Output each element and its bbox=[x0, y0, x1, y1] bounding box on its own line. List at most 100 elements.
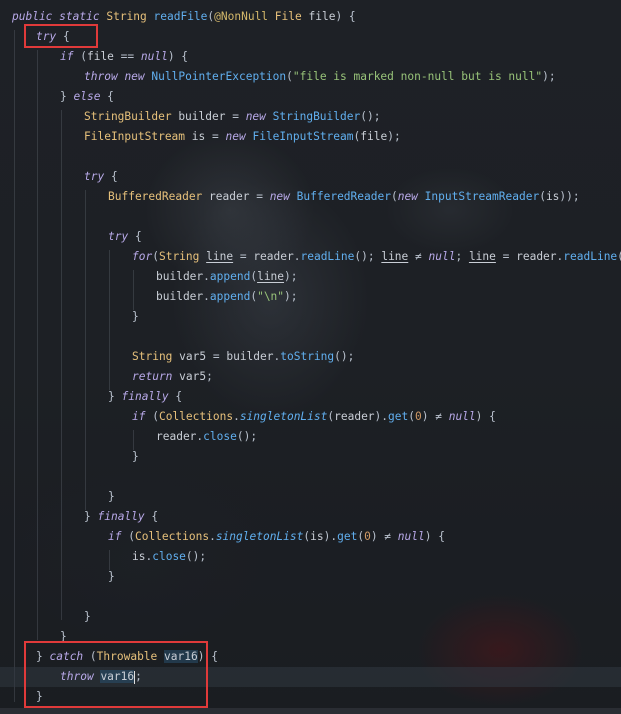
code-token: )); bbox=[559, 190, 580, 203]
code-line[interactable]: FileInputStream is = new FileInputStream… bbox=[0, 127, 401, 147]
code-line[interactable] bbox=[0, 587, 12, 607]
code-token: String bbox=[132, 350, 173, 363]
code-line[interactable]: } bbox=[0, 607, 91, 627]
code-token: is bbox=[310, 530, 324, 543]
code-token: ≠ bbox=[408, 250, 429, 263]
code-token: new bbox=[397, 190, 418, 203]
code-token: readLine bbox=[300, 250, 355, 263]
code-token: } bbox=[108, 390, 122, 403]
code-line[interactable]: return var5; bbox=[0, 367, 213, 387]
code-token: File bbox=[274, 10, 302, 23]
code-token: (); bbox=[185, 550, 207, 563]
code-token: file bbox=[360, 130, 388, 143]
code-token: NullPointerException bbox=[151, 70, 287, 83]
code-token: is bbox=[132, 550, 146, 563]
code-line[interactable]: } bbox=[0, 307, 139, 327]
code-token: is bbox=[545, 190, 560, 203]
code-token: singletonList bbox=[215, 530, 304, 543]
code-token: close bbox=[152, 550, 186, 563]
code-token: Collections bbox=[158, 410, 234, 423]
code-token: FileInputStream bbox=[252, 130, 354, 143]
code-line[interactable]: if (file == null) { bbox=[0, 47, 188, 67]
code-token: ( bbox=[73, 50, 87, 63]
code-token: ). bbox=[374, 410, 389, 423]
code-token: new bbox=[225, 130, 246, 143]
code-line[interactable]: for(String line = reader.readLine(); lin… bbox=[0, 247, 621, 267]
code-token: builder bbox=[226, 350, 274, 363]
code-token: String bbox=[158, 250, 200, 263]
code-token: = bbox=[495, 250, 517, 263]
code-line[interactable]: } else { bbox=[0, 87, 114, 107]
code-token: public bbox=[12, 10, 53, 23]
code-token: ( bbox=[145, 410, 159, 423]
code-token: FileInputStream bbox=[84, 130, 186, 143]
code-token: if bbox=[60, 50, 74, 63]
code-line[interactable]: reader.close(); bbox=[0, 427, 257, 447]
code-token: } bbox=[132, 450, 139, 463]
code-token: finally bbox=[97, 510, 145, 523]
code-token: finally bbox=[121, 390, 169, 403]
code-line[interactable]: throw new NullPointerException("file is … bbox=[0, 67, 556, 87]
code-line[interactable]: builder.append(line); bbox=[0, 267, 298, 287]
code-line[interactable]: } bbox=[0, 447, 139, 467]
code-token: null bbox=[428, 250, 456, 263]
code-line[interactable] bbox=[0, 147, 12, 167]
code-token: new bbox=[269, 190, 290, 203]
code-token: } bbox=[84, 610, 91, 623]
code-token: { bbox=[144, 510, 159, 523]
code-token: file bbox=[86, 50, 114, 63]
code-token: reader bbox=[516, 250, 557, 263]
code-line[interactable]: StringBuilder builder = new StringBuilde… bbox=[0, 107, 380, 127]
code-line[interactable]: is.close(); bbox=[0, 547, 206, 567]
code-token: static bbox=[59, 10, 100, 23]
code-token: } bbox=[108, 570, 115, 583]
code-token: . bbox=[209, 530, 216, 543]
code-line[interactable] bbox=[0, 467, 12, 487]
code-line[interactable]: if (Collections.singletonList(is).get(0)… bbox=[0, 527, 445, 547]
code-token: line bbox=[206, 250, 234, 263]
code-token: { bbox=[168, 390, 183, 403]
code-token: { bbox=[128, 230, 142, 243]
code-token: ) { bbox=[167, 50, 189, 63]
code-token: singletonList bbox=[239, 410, 328, 423]
code-token: try bbox=[108, 230, 129, 243]
code-token: InputStreamReader bbox=[424, 190, 540, 203]
code-token: get bbox=[388, 410, 409, 423]
code-line[interactable]: String var5 = builder.toString(); bbox=[0, 347, 354, 367]
code-token: } bbox=[60, 90, 74, 103]
code-token: new bbox=[245, 110, 266, 123]
catch-highlight-box bbox=[24, 641, 208, 708]
code-token: get bbox=[337, 530, 358, 543]
code-token: readFile bbox=[153, 10, 208, 23]
code-line[interactable]: if (Collections.singletonList(reader).ge… bbox=[0, 407, 496, 427]
code-token: } bbox=[132, 310, 139, 323]
code-line[interactable]: } finally { bbox=[0, 387, 182, 407]
code-token: ) { bbox=[424, 530, 445, 543]
code-token: ( bbox=[152, 250, 159, 263]
code-token: = bbox=[233, 250, 254, 263]
code-line[interactable]: builder.append("\n"); bbox=[0, 287, 298, 307]
code-token: line bbox=[257, 270, 285, 283]
code-line[interactable] bbox=[0, 207, 12, 227]
code-line[interactable]: try { bbox=[0, 167, 118, 187]
code-line[interactable] bbox=[0, 327, 12, 347]
code-token: readLine bbox=[563, 250, 618, 263]
code-editor[interactable]: public static String readFile (@NonNull F… bbox=[0, 0, 621, 714]
code-token: ) ≠ bbox=[421, 410, 449, 423]
code-line[interactable]: BufferedReader reader = new BufferedRead… bbox=[0, 187, 580, 207]
code-token: BufferedReader bbox=[108, 190, 203, 203]
code-line[interactable]: } bbox=[0, 567, 115, 587]
code-line[interactable]: } bbox=[0, 487, 115, 507]
code-token: String bbox=[106, 10, 147, 23]
code-line[interactable]: try { bbox=[0, 227, 142, 247]
code-token: try bbox=[84, 170, 105, 183]
code-token: else bbox=[73, 90, 101, 103]
code-token: ; bbox=[455, 250, 469, 263]
code-token: reader bbox=[253, 250, 294, 263]
code-line[interactable]: } finally { bbox=[0, 507, 158, 527]
code-token: (); bbox=[360, 110, 381, 123]
code-token: ()) { bbox=[617, 250, 621, 263]
